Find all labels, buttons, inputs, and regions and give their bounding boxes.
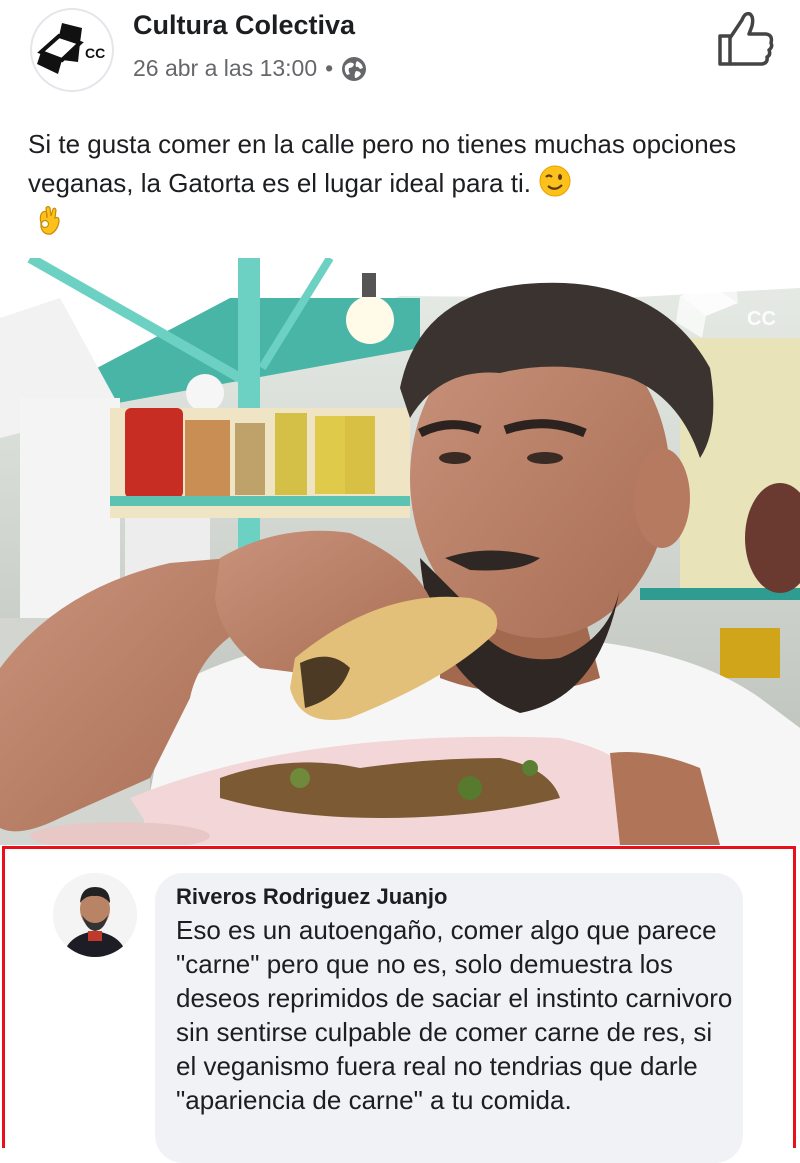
page-avatar[interactable]: CC	[30, 8, 114, 92]
commenter-avatar[interactable]	[53, 873, 137, 957]
post-text: Si te gusta comer en la calle pero no ti…	[28, 125, 768, 242]
commenter-photo	[53, 873, 137, 957]
post-photo[interactable]: CC	[0, 258, 800, 845]
post-meta: 26 abr a las 13:00 •	[133, 55, 367, 82]
meta-separator: •	[325, 55, 334, 81]
logo-text: CC	[85, 45, 106, 61]
post-header: CC Cultura Colectiva 26 abr a las 13:00 …	[0, 0, 800, 110]
street-food-photo	[0, 258, 800, 845]
commenter-name[interactable]: Riveros Rodriguez Juanjo	[176, 884, 447, 910]
post-body: Si te gusta comer en la calle pero no ti…	[28, 129, 737, 198]
wink-emoji-icon	[539, 165, 571, 197]
watermark-text: CC	[747, 308, 776, 330]
thumbs-up-icon[interactable]	[712, 8, 776, 68]
comment-text: Eso es un autoengaño, comer algo que par…	[176, 915, 733, 1115]
page-name[interactable]: Cultura Colectiva	[133, 10, 355, 41]
post-timestamp[interactable]: 26 abr a las 13:00	[133, 55, 317, 82]
globe-icon	[342, 56, 367, 81]
ok-hand-emoji-icon	[39, 205, 60, 235]
